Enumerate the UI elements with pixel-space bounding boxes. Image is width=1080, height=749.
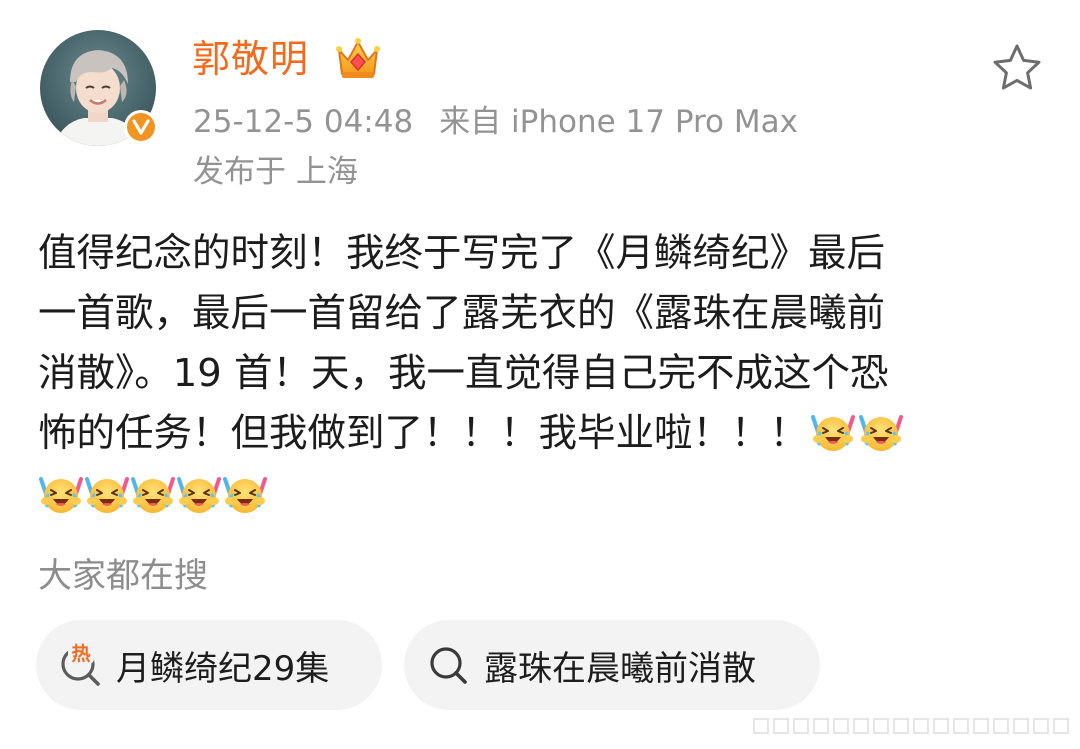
post-text: 值得纪念的时刻！我终于写完了《月鳞绮纪》最后 一首歌，最后一首留给了露芜衣的《露… [38,224,1048,524]
search-item-label: 月鳞绮纪29集 [116,648,330,689]
watermark [752,716,1072,736]
avatar[interactable] [40,30,158,146]
crying-laughing-emoji [38,471,84,517]
post-text-line: 一首歌，最后一首留给了露芜衣的《露珠在晨曦前 [38,291,886,336]
post-text-line-content: 怖的任务！但我做到了！！！我毕业啦！！！ [38,411,809,456]
search-item-label: 露珠在晨曦前消散 [484,648,756,689]
post-text-line: 消散》。19 首！天，我一直觉得自己完不成这个恐 [38,351,889,396]
post-timestamp: 25-12-5 04:48 [193,104,414,140]
crying-laughing-emoji [858,409,904,473]
search-icon [426,642,472,688]
hot-search-icon: 热 [58,642,104,688]
crown-icon[interactable] [334,36,382,82]
search-item[interactable]: 露珠在晨曦前消散 [404,620,820,710]
post-text-line: 值得纪念的时刻！我终于写完了《月鳞绮纪》最后 [38,231,886,276]
crying-laughing-emoji [176,471,222,517]
crying-laughing-emoji [222,471,268,517]
hot-search-item[interactable]: 热 月鳞绮纪29集 [36,620,382,710]
favorite-star-icon[interactable] [990,42,1044,94]
crying-laughing-emoji [130,471,176,517]
emoji-row [38,464,1048,524]
svg-text:热: 热 [71,642,90,665]
post-text-line: 怖的任务！但我做到了！！！我毕业啦！！！ [38,404,1048,464]
post-meta: 25-12-5 04:48 来自 iPhone 17 Pro Max [193,100,798,144]
verified-badge-icon [124,110,158,144]
search-section-title: 大家都在搜 [38,556,208,596]
post-source: 来自 iPhone 17 Pro Max [439,104,798,140]
crying-laughing-emoji [810,409,856,473]
crying-laughing-emoji [84,471,130,517]
author-name[interactable]: 郭敬明 [192,33,309,85]
post-location: 发布于 上海 [193,154,358,190]
